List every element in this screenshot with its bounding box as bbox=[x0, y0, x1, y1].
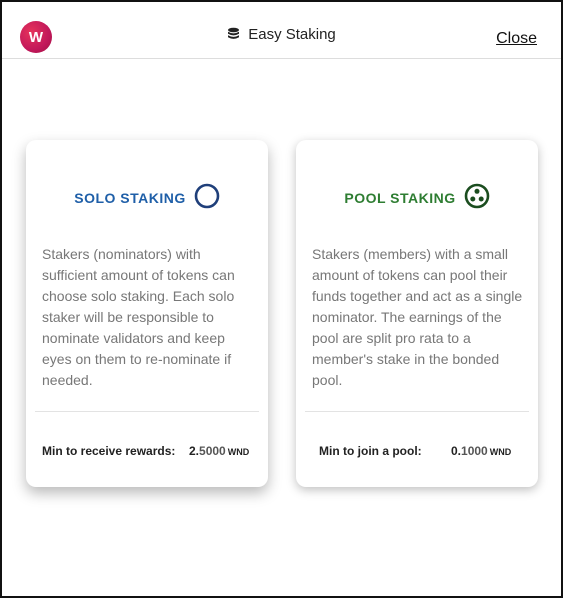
card-header: POOL STAKING bbox=[296, 183, 538, 214]
min-join-label: Min to join a pool: bbox=[319, 444, 422, 458]
card-title: SOLO STAKING bbox=[74, 190, 186, 206]
divider bbox=[35, 411, 259, 412]
page-title: Easy Staking bbox=[2, 26, 561, 45]
amount-decimal: 1000 bbox=[461, 444, 488, 458]
close-button[interactable]: Close bbox=[496, 30, 537, 48]
token-unit: WND bbox=[489, 447, 512, 457]
pool-staking-card[interactable]: POOL STAKING Stakers (members) with a sm… bbox=[296, 140, 538, 487]
card-description: Stakers (nominators) with sufficient amo… bbox=[42, 246, 235, 388]
coins-stack-icon bbox=[227, 27, 240, 45]
amount-integer: 2. bbox=[189, 444, 200, 458]
popup-window: W Easy Staking Close SOLO STAKING Staker… bbox=[0, 0, 563, 598]
pool-icon bbox=[464, 183, 490, 214]
page-title-text: Easy Staking bbox=[248, 26, 336, 43]
divider bbox=[305, 411, 529, 412]
min-rewards-value: 2.5000 WND bbox=[189, 444, 249, 458]
solo-staking-card[interactable]: SOLO STAKING Stakers (nominators) with s… bbox=[26, 140, 268, 487]
amount-integer: 0. bbox=[451, 444, 462, 458]
amount-decimal: 5000 bbox=[199, 444, 226, 458]
card-title: POOL STAKING bbox=[344, 190, 456, 206]
card-header: SOLO STAKING bbox=[26, 183, 268, 214]
header: W Easy Staking Close bbox=[2, 2, 561, 59]
min-join-value: 0.1000 WND bbox=[451, 444, 511, 458]
card-description: Stakers (members) with a small amount of… bbox=[312, 246, 523, 388]
min-rewards-label: Min to receive rewards: bbox=[42, 444, 176, 458]
circle-icon bbox=[194, 183, 220, 214]
token-unit: WND bbox=[227, 447, 250, 457]
